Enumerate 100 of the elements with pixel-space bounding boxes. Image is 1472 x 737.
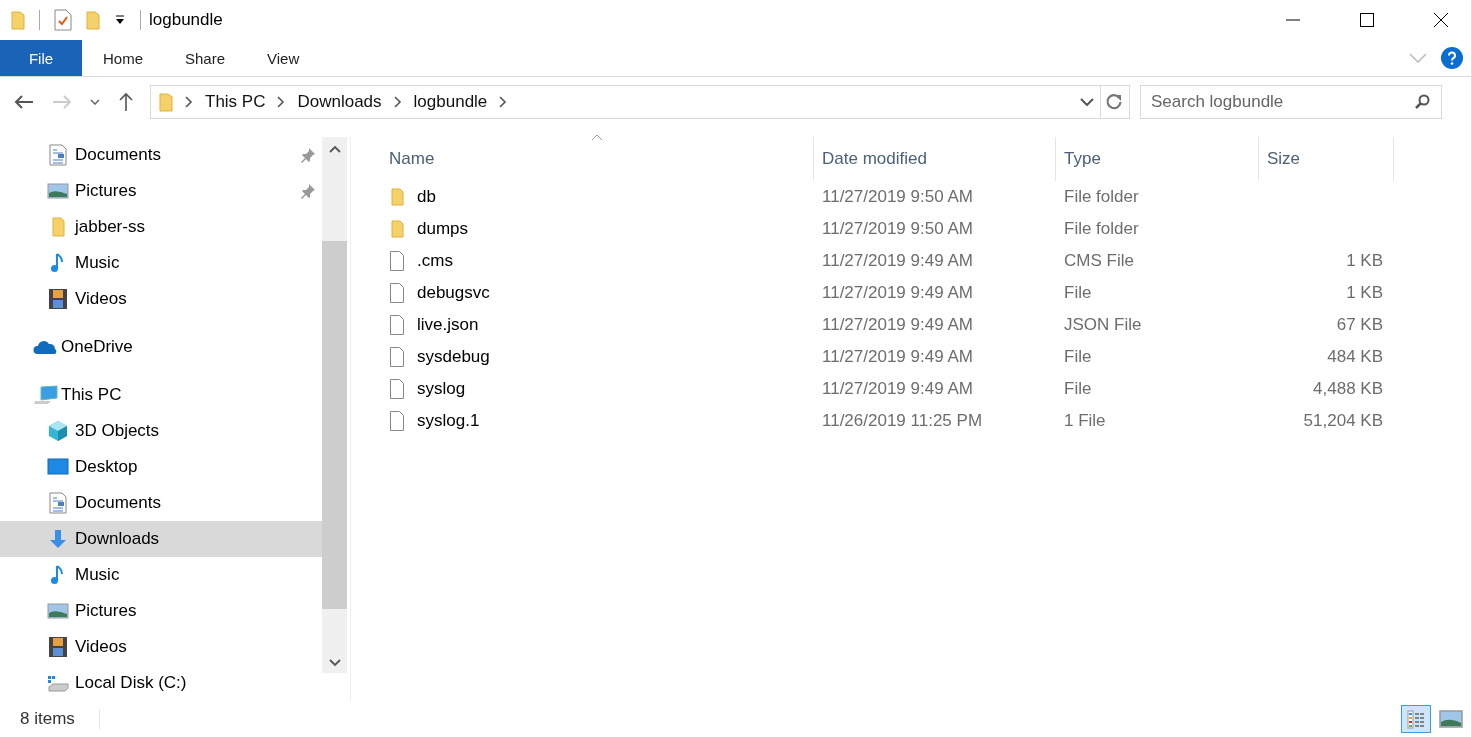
maximize-icon[interactable]: [1359, 12, 1375, 28]
scroll-down-icon[interactable]: [328, 659, 341, 667]
ribbon-tab[interactable]: View: [246, 40, 321, 76]
size-cell: 484 KB: [1327, 347, 1383, 367]
size-cell: 1 KB: [1346, 283, 1383, 303]
videos-icon: [47, 636, 69, 658]
column-header[interactable]: Type: [1056, 137, 1259, 181]
ribbon-tab[interactable]: Home: [82, 40, 164, 76]
sidebar-item[interactable]: Documents: [0, 485, 322, 521]
window-title: logbundle: [149, 10, 223, 30]
close-icon[interactable]: [1433, 12, 1449, 28]
date-cell-text: 11/27/2019 9:49 AM: [821, 283, 974, 303]
refresh-icon[interactable]: [1105, 93, 1123, 111]
pin-icon[interactable]: [300, 183, 316, 199]
date-cell-text: 11/26/2019 11:25 PM: [821, 411, 984, 431]
folder-icon: [389, 219, 405, 239]
sidebar-item[interactable]: Local Disk (C:): [0, 665, 322, 701]
pictures-icon: [47, 180, 69, 202]
sidebar-item[interactable]: Music: [0, 245, 322, 281]
scroll-up-icon[interactable]: [328, 145, 341, 153]
documents-icon: [47, 144, 69, 166]
type-cell-text: File folder: [1063, 219, 1140, 239]
search-icon: [1414, 94, 1430, 110]
sidebar-item[interactable]: This PC: [0, 377, 322, 413]
chevron-icon[interactable]: [393, 96, 402, 108]
type-cell-text: File: [1063, 283, 1093, 303]
date-cell-text: 11/27/2019 9:50 AM: [821, 187, 974, 207]
search-field[interactable]: Search logbundle: [1140, 85, 1442, 119]
file-name[interactable]: dumps: [417, 219, 469, 239]
pin-icon[interactable]: [300, 147, 316, 163]
chevron-icon[interactable]: [277, 96, 286, 108]
file-icon: [389, 379, 405, 399]
sidebar-item[interactable]: Documents: [0, 137, 322, 173]
breadcrumb[interactable]: Downloads: [297, 92, 382, 112]
sidebar-item[interactable]: Pictures: [0, 173, 322, 209]
videos-icon: [47, 288, 69, 310]
file-name[interactable]: debugsvc: [417, 283, 490, 303]
chevron-icon[interactable]: [499, 96, 508, 108]
sidebar-item[interactable]: Videos: [0, 281, 322, 317]
history-dropdown-icon[interactable]: [1080, 98, 1094, 106]
sidebar-item[interactable]: Desktop: [0, 449, 322, 485]
type-cell-text: 1 File: [1063, 411, 1107, 431]
column-header[interactable]: Name: [381, 137, 814, 181]
file-icon: [389, 315, 405, 335]
column-header[interactable]: Size: [1259, 137, 1394, 181]
sidebar-item[interactable]: OneDrive: [0, 329, 322, 365]
type-cell-text: JSON File: [1063, 315, 1143, 335]
address-bar[interactable]: This PC Downloads logbundle: [150, 85, 1130, 119]
ribbon-tab[interactable]: File: [0, 40, 82, 76]
scrollbar[interactable]: [322, 137, 347, 673]
scrollbar-thumb[interactable]: [322, 241, 347, 609]
sidebar-item[interactable]: jabber-ss: [0, 209, 322, 245]
help-icon[interactable]: [1441, 47, 1463, 69]
sidebar-item[interactable]: Videos: [0, 629, 322, 665]
file-name[interactable]: syslog: [417, 379, 466, 399]
column-header[interactable]: Date modified: [814, 137, 1056, 181]
size-cell: 51,204 KB: [1303, 411, 1383, 431]
file-name[interactable]: db: [417, 187, 436, 207]
date-cell-text: 11/27/2019 9:50 AM: [821, 219, 974, 239]
type-cell-text: CMS File: [1063, 251, 1135, 271]
size-cell: 67 KB: [1336, 315, 1383, 335]
sidebar-item[interactable]: Pictures: [0, 593, 322, 629]
up-arrow-icon[interactable]: [118, 92, 134, 112]
file-name[interactable]: live.json: [417, 315, 479, 335]
size-cell: 4,488 KB: [1313, 379, 1383, 399]
file-icon: [389, 411, 405, 431]
folder-icon: [389, 187, 405, 207]
file-icon: [389, 347, 405, 367]
folder-icon: [159, 92, 173, 112]
type-cell-text: File folder: [1063, 187, 1140, 207]
date-cell-text: 11/27/2019 9:49 AM: [821, 315, 974, 335]
sort-ascending-icon: [591, 134, 603, 141]
file-icon: [389, 283, 405, 303]
dropdown-icon[interactable]: [114, 15, 126, 25]
breadcrumb[interactable]: logbundle: [413, 92, 488, 112]
sidebar-item[interactable]: Downloads: [0, 521, 322, 557]
pictures-icon: [47, 600, 69, 622]
computer-icon: [33, 384, 59, 406]
file-name[interactable]: .cms: [417, 251, 453, 271]
date-cell-text: 11/27/2019 9:49 AM: [821, 347, 974, 367]
sidebar-item[interactable]: 3D Objects: [0, 413, 322, 449]
documents-icon: [47, 492, 69, 514]
file-icon: [389, 251, 405, 271]
ribbon-tab[interactable]: Share: [164, 40, 247, 76]
file-name[interactable]: sysdebug: [417, 347, 490, 367]
chevron-icon[interactable]: [185, 96, 193, 108]
type-cell-text: File: [1063, 347, 1093, 367]
recent-chevron-icon[interactable]: [90, 99, 100, 105]
folder-icon: [11, 10, 25, 30]
sidebar-item[interactable]: Music: [0, 557, 322, 593]
file-name[interactable]: syslog.1: [417, 411, 480, 431]
date-cell-text: 11/27/2019 9:49 AM: [821, 251, 974, 271]
size-cell: 1 KB: [1346, 251, 1383, 271]
breadcrumb[interactable]: This PC: [205, 92, 266, 112]
desktop-icon: [47, 456, 69, 478]
properties-icon[interactable]: [54, 9, 72, 31]
cube-icon: [47, 420, 69, 442]
details-view-button[interactable]: [1401, 705, 1431, 733]
back-arrow-icon[interactable]: [14, 94, 34, 110]
date-cell-text: 11/27/2019 9:49 AM: [821, 379, 974, 399]
